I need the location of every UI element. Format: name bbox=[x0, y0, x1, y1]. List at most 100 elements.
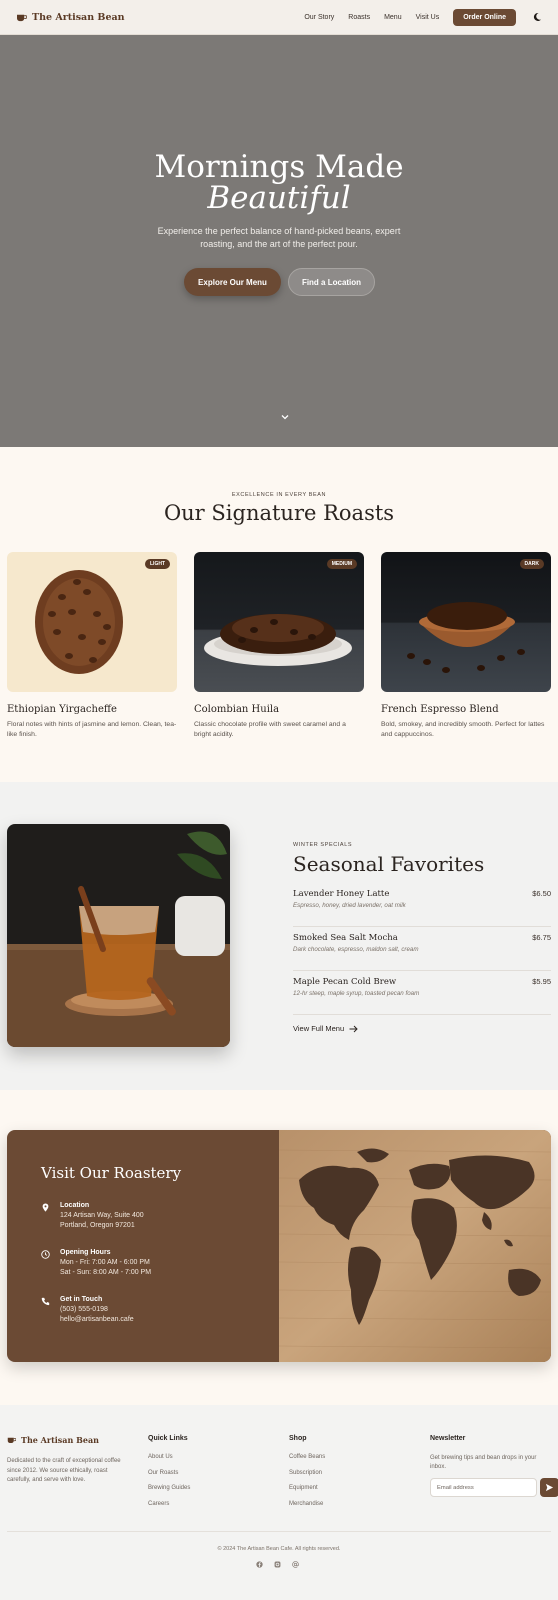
shop-title: Shop bbox=[289, 1435, 307, 1442]
brand-name: The Artisan Bean bbox=[32, 11, 125, 23]
nav-link-our-story[interactable]: Our Story bbox=[304, 14, 334, 21]
hero-section: Mornings Made Beautiful Experience the p… bbox=[0, 35, 558, 447]
footer-link-subscription[interactable]: Subscription bbox=[289, 1470, 325, 1476]
top-nav: The Artisan Bean Our Story Roasts Menu V… bbox=[0, 0, 558, 35]
menu-item[interactable]: Smoked Sea Salt Mocha Dark chocolate, es… bbox=[293, 927, 551, 971]
send-icon bbox=[545, 1483, 554, 1492]
at-sign-icon[interactable] bbox=[292, 1561, 299, 1568]
roast-description: Floral notes with hints of jasmine and l… bbox=[7, 721, 177, 738]
quick-links-title: Quick Links bbox=[148, 1435, 188, 1442]
seasonal-section: Winter Specials Seasonal Favorites Laven… bbox=[0, 782, 558, 1090]
roastery-title: Visit Our Roastery bbox=[41, 1164, 182, 1182]
footer-link-brewing-guides[interactable]: Brewing Guides bbox=[148, 1485, 190, 1491]
footer-link-merchandise[interactable]: Merchandise bbox=[289, 1501, 325, 1507]
footer-brand-name: The Artisan Bean bbox=[21, 1435, 99, 1445]
roast-description: Classic chocolate profile with sweet car… bbox=[194, 721, 346, 738]
subscribe-button[interactable] bbox=[540, 1478, 558, 1497]
roast-card[interactable]: Light Ethiopian Yirgacheffe Floral notes… bbox=[7, 552, 177, 740]
nav-link-roasts[interactable]: Roasts bbox=[348, 14, 370, 21]
map-pin-icon bbox=[42, 1203, 49, 1212]
brand-logo[interactable]: The Artisan Bean bbox=[16, 12, 125, 23]
moon-icon[interactable] bbox=[532, 12, 542, 22]
hero-title-line2: Beautiful bbox=[207, 180, 351, 216]
menu-item-name: Smoked Sea Salt Mocha bbox=[293, 933, 398, 943]
hero-subtitle: Experience the perfect balance of hand-p… bbox=[157, 226, 401, 249]
roast-card[interactable]: Medium Colombian Huila Classic chocolate… bbox=[194, 552, 364, 740]
seasonal-title: Seasonal Favorites bbox=[293, 852, 485, 876]
hours-weekend: Sat - Sun: 8:00 AM - 7:00 PM bbox=[60, 1269, 152, 1276]
roasts-eyebrow: Excellence in every bean bbox=[231, 492, 327, 498]
copyright: © 2024 The Artisan Bean Cafe. All rights… bbox=[217, 1546, 341, 1552]
footer-link-coffee-beans[interactable]: Coffee Beans bbox=[289, 1454, 325, 1460]
menu-item[interactable]: Lavender Honey Latte Espresso, honey, dr… bbox=[293, 883, 551, 927]
address-line1: 124 Artisan Way, Suite 400 bbox=[60, 1212, 144, 1219]
menu-item-description: Espresso, honey, dried lavender, oat mil… bbox=[293, 902, 406, 909]
quick-links-column: Quick Links About Us Our Roasts Brewing … bbox=[148, 1435, 190, 1516]
roast-name: Ethiopian Yirgacheffe bbox=[7, 704, 117, 715]
facebook-icon[interactable] bbox=[256, 1561, 263, 1568]
coffee-cup-icon bbox=[7, 1437, 16, 1443]
contact-label: Get in Touch bbox=[60, 1296, 103, 1303]
hours-info: Opening Hours Mon - Fri: 7:00 AM - 6:00 … bbox=[41, 1249, 151, 1276]
phone-number[interactable]: (503) 555-0198 bbox=[60, 1306, 134, 1313]
roast-image-light: Light bbox=[7, 552, 177, 692]
menu-item-price: $6.50 bbox=[532, 889, 551, 898]
coffee-cup-icon bbox=[17, 14, 27, 21]
nav-link-visit-us[interactable]: Visit Us bbox=[416, 14, 440, 21]
seasonal-eyebrow: Winter Specials bbox=[293, 842, 353, 848]
roast-badge: Medium bbox=[326, 559, 357, 569]
seasonal-drink-image bbox=[7, 824, 230, 1047]
arrow-right-icon bbox=[349, 1025, 358, 1032]
footer: The Artisan Bean Dedicated to the craft … bbox=[0, 1405, 558, 1600]
view-full-menu-label: View Full Menu bbox=[293, 1024, 345, 1033]
footer-about: Dedicated to the craft of exceptional co… bbox=[7, 1458, 121, 1483]
social-links bbox=[256, 1561, 299, 1568]
view-full-menu-link[interactable]: View Full Menu bbox=[293, 1024, 358, 1033]
order-online-button[interactable]: Order Online bbox=[453, 8, 516, 26]
shop-column: Shop Coffee Beans Subscription Equipment… bbox=[289, 1435, 325, 1516]
menu-item-name: Maple Pecan Cold Brew bbox=[293, 977, 397, 987]
roast-badge: Light bbox=[145, 559, 170, 569]
nav-link-menu[interactable]: Menu bbox=[384, 14, 402, 21]
roast-description: Bold, smokey, and incredibly smooth. Per… bbox=[381, 721, 545, 738]
newsletter-title: Newsletter bbox=[430, 1435, 466, 1442]
roast-image-medium: Medium bbox=[194, 552, 364, 692]
footer-divider bbox=[7, 1531, 551, 1532]
roast-badge: Dark bbox=[519, 559, 544, 569]
newsletter-text: Get brewing tips and bean drops in your … bbox=[430, 1455, 537, 1470]
location-info: Location 124 Artisan Way, Suite 400 Port… bbox=[41, 1202, 144, 1229]
phone-icon bbox=[41, 1297, 50, 1306]
footer-link-our-roasts[interactable]: Our Roasts bbox=[148, 1470, 190, 1476]
menu-item-description: 12-hr steep, maple syrup, toasted pecan … bbox=[293, 990, 420, 997]
signature-roasts-section: Excellence in every bean Our Signature R… bbox=[0, 447, 558, 782]
contact-info: Get in Touch (503) 555-0198 hello@artisa… bbox=[41, 1296, 134, 1323]
chevron-down-icon[interactable] bbox=[280, 412, 290, 422]
roast-name: Colombian Huila bbox=[194, 704, 280, 715]
roastery-section: Visit Our Roastery Location 124 Artisan … bbox=[0, 1090, 558, 1405]
email-address[interactable]: hello@artisanbean.cafe bbox=[60, 1316, 134, 1323]
newsletter-form: Email address bbox=[430, 1478, 558, 1497]
find-location-button[interactable]: Find a Location bbox=[288, 268, 375, 296]
menu-item-name: Lavender Honey Latte bbox=[293, 889, 390, 899]
explore-menu-button[interactable]: Explore Our Menu bbox=[184, 268, 281, 296]
footer-link-equipment[interactable]: Equipment bbox=[289, 1485, 325, 1491]
roastery-card: Visit Our Roastery Location 124 Artisan … bbox=[7, 1130, 551, 1362]
world-map-image bbox=[278, 1130, 551, 1362]
menu-item[interactable]: Maple Pecan Cold Brew 12-hr steep, maple… bbox=[293, 971, 551, 1015]
roast-card[interactable]: Dark French Espresso Blend Bold, smokey,… bbox=[381, 552, 551, 740]
menu-item-description: Dark chocolate, espresso, maldon salt, c… bbox=[293, 946, 419, 953]
hours-weekday: Mon - Fri: 7:00 AM - 6:00 PM bbox=[60, 1259, 150, 1266]
newsletter-column: Newsletter Get brewing tips and bean dro… bbox=[430, 1435, 558, 1497]
instagram-icon[interactable] bbox=[274, 1561, 281, 1568]
roast-name: French Espresso Blend bbox=[381, 704, 499, 715]
address-line2: Portland, Oregon 97201 bbox=[60, 1222, 135, 1229]
clock-icon bbox=[41, 1250, 50, 1259]
footer-link-about-us[interactable]: About Us bbox=[148, 1454, 190, 1460]
roasts-title: Our Signature Roasts bbox=[163, 501, 395, 525]
location-label: Location bbox=[60, 1202, 90, 1209]
menu-item-price: $6.75 bbox=[532, 933, 551, 942]
footer-link-careers[interactable]: Careers bbox=[148, 1501, 190, 1507]
footer-brand[interactable]: The Artisan Bean bbox=[7, 1435, 99, 1445]
roast-image-dark: Dark bbox=[381, 552, 551, 692]
email-input[interactable]: Email address bbox=[430, 1478, 537, 1497]
